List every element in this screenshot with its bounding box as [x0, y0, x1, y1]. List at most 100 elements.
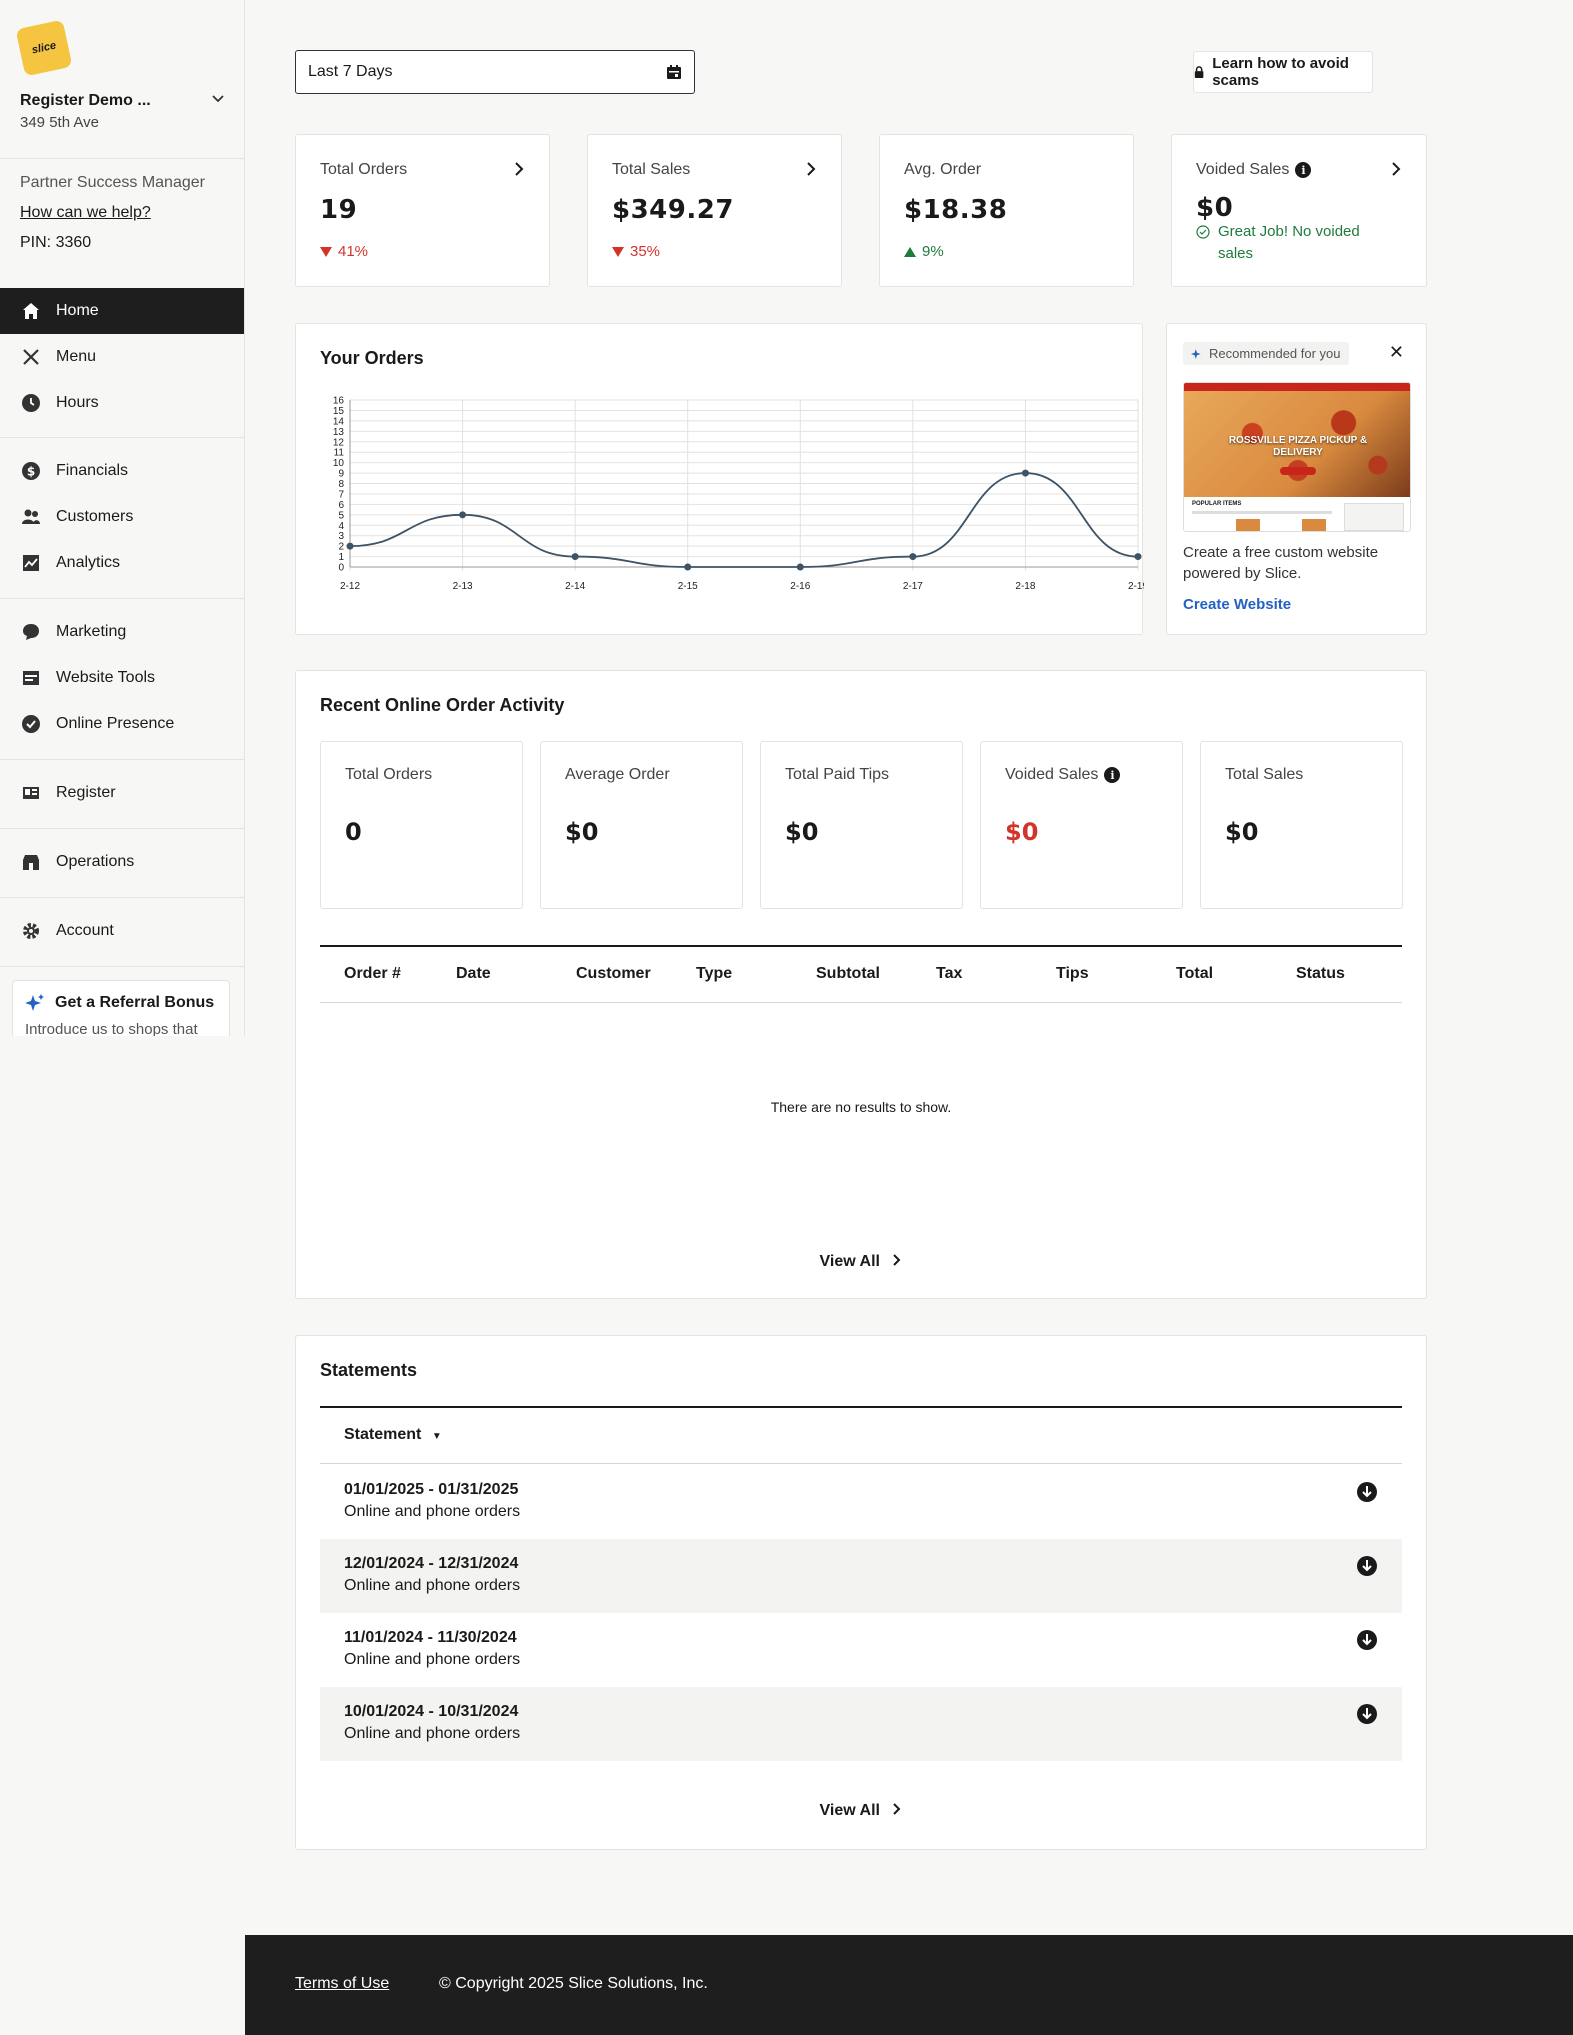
- terms-of-use-link[interactable]: Terms of Use: [295, 1975, 389, 1993]
- divider: [0, 759, 244, 760]
- column-header-date[interactable]: Date: [456, 965, 491, 983]
- website-preview-image: ROSSVILLE PIZZA PICKUP & DELIVERY POPULA…: [1183, 382, 1411, 532]
- column-header-customer[interactable]: Customer: [576, 965, 651, 983]
- kpi-delta: 9%: [904, 243, 944, 260]
- close-icon[interactable]: ✕: [1389, 342, 1404, 363]
- column-header-order-number[interactable]: Order #: [344, 965, 401, 983]
- sidebar-item-menu[interactable]: Menu: [0, 334, 244, 380]
- download-icon[interactable]: [1356, 1481, 1378, 1503]
- sidebar-item-label: Website Tools: [56, 669, 156, 686]
- y-tick-label: 0: [338, 563, 344, 574]
- stat-value: 0: [345, 818, 362, 846]
- orders-chart-card: Your Orders 0 1 2 3 4 5 6 7 8 9 10 11 12 13 14 15 16 2-12…: [295, 323, 1144, 635]
- y-tick-label: 3: [338, 531, 344, 542]
- kpi-card-total-orders[interactable]: Total Orders 19 41%: [295, 134, 550, 287]
- sidebar-item-analytics[interactable]: Analytics: [0, 540, 244, 586]
- orders-line-chart: 0123456789101112131415162-12 2-13 2-14 2-15…: [333, 396, 1144, 593]
- referral-card[interactable]: Get a Referral Bonus Introduce us to sho…: [12, 980, 230, 1036]
- view-all-orders-link[interactable]: View All: [296, 1253, 1426, 1271]
- recent-activity-card: Recent Online Order Activity Total Order…: [295, 670, 1427, 1299]
- sidebar-item-operations[interactable]: Operations: [0, 839, 244, 885]
- download-icon[interactable]: [1356, 1703, 1378, 1725]
- sidebar-item-financials[interactable]: $ Financials: [0, 448, 244, 494]
- sidebar-item-customers[interactable]: Customers: [0, 494, 244, 540]
- column-header-label: Statement: [344, 1426, 422, 1443]
- date-range-select[interactable]: Last 7 Days: [295, 50, 695, 94]
- check-circle-icon: [1196, 225, 1210, 265]
- kpi-value: $18.38: [904, 195, 1008, 225]
- logo-text: slice: [30, 39, 58, 57]
- stat-label-text: Voided Sales: [1005, 766, 1099, 783]
- column-header-type[interactable]: Type: [696, 965, 732, 983]
- divider: [0, 158, 244, 159]
- sidebar-item-marketing[interactable]: Marketing: [0, 609, 244, 655]
- x-tick-label: 2-15: [678, 581, 698, 592]
- y-tick-label: 4: [338, 521, 344, 532]
- sidebar-item-hours[interactable]: Hours: [0, 380, 244, 426]
- kpi-card-voided-sales[interactable]: Voided Sales i $0 Great Job! No voided sa…: [1171, 134, 1427, 287]
- sidebar-item-website-tools[interactable]: Website Tools: [0, 655, 244, 701]
- y-tick-label: 13: [333, 427, 345, 438]
- shop-selector[interactable]: Register Demo ... 349 5th Ave: [20, 92, 225, 131]
- sidebar-item-label: Marketing: [56, 623, 127, 640]
- stat-value: $0: [785, 818, 819, 846]
- info-icon[interactable]: i: [1104, 767, 1121, 783]
- sidebar-item-label: Customers: [56, 508, 134, 525]
- chevron-right-icon: [805, 161, 817, 182]
- view-all-statements-link[interactable]: View All: [296, 1802, 1426, 1820]
- data-point: [459, 511, 467, 519]
- referral-description: Introduce us to shops that: [25, 1021, 198, 1036]
- down-triangle-icon: [320, 246, 332, 257]
- preview-topbar: [1184, 383, 1410, 391]
- sidebar-item-label: Hours: [56, 394, 99, 411]
- help-link[interactable]: How can we help?: [20, 204, 151, 222]
- sidebar-item-register[interactable]: Register: [0, 770, 244, 816]
- info-icon[interactable]: i: [1295, 162, 1312, 178]
- chevron-down-icon[interactable]: [211, 92, 225, 109]
- sidebar-item-home[interactable]: Home: [0, 288, 244, 334]
- down-triangle-icon: [612, 246, 624, 257]
- column-header-total[interactable]: Total: [1176, 965, 1213, 983]
- sidebar-item-label: Menu: [56, 348, 97, 365]
- kpi-label: Total Sales: [612, 161, 691, 178]
- y-tick-label: 12: [333, 437, 345, 448]
- stat-card-total-sales: Total Sales $0: [1200, 741, 1403, 909]
- x-tick-label: 2-13: [453, 581, 473, 592]
- column-header-statement[interactable]: Statement ▼: [344, 1426, 442, 1444]
- create-website-link[interactable]: Create Website: [1183, 596, 1291, 613]
- statement-row: 10/01/2024 - 10/31/2024 Online and phone…: [320, 1687, 1402, 1761]
- avoid-scams-button[interactable]: Learn how to avoid scams: [1193, 51, 1373, 93]
- y-tick-label: 6: [338, 500, 344, 511]
- column-header-tips[interactable]: Tips: [1056, 965, 1089, 983]
- preview-headline: ROSSVILLE PIZZA PICKUP & DELIVERY: [1228, 435, 1368, 458]
- y-tick-label: 9: [338, 469, 344, 480]
- kpi-card-total-sales[interactable]: Total Sales $349.27 35%: [587, 134, 842, 287]
- recommended-tag: Recommended for you: [1183, 342, 1349, 365]
- download-icon[interactable]: [1356, 1629, 1378, 1651]
- sort-down-icon: ▼: [431, 1431, 442, 1442]
- sidebar-item-account[interactable]: Account: [0, 908, 244, 954]
- recommendation-description: Create a free custom website powered by …: [1183, 544, 1379, 582]
- date-range-value: Last 7 Days: [308, 63, 393, 80]
- divider: [0, 966, 244, 967]
- preview-line: [1192, 511, 1332, 514]
- x-tick-label: 2-17: [903, 581, 923, 592]
- column-header-tax[interactable]: Tax: [936, 965, 962, 983]
- copyright-text: © Copyright 2025 Slice Solutions, Inc.: [439, 1975, 708, 1992]
- kpi-card-avg-order: Avg. Order $18.38 9%: [879, 134, 1134, 287]
- divider: [0, 897, 244, 898]
- column-header-subtotal[interactable]: Subtotal: [816, 965, 880, 983]
- recommendation-card: Recommended for you ✕ ROSSVILLE PIZZA PI…: [1166, 323, 1427, 635]
- slice-logo[interactable]: slice: [15, 19, 73, 77]
- preview-popular-items: POPULAR ITEMS: [1192, 501, 1242, 507]
- up-triangle-icon: [904, 246, 916, 257]
- download-icon[interactable]: [1356, 1555, 1378, 1577]
- pin-label: PIN: 3360: [20, 234, 92, 251]
- y-tick-label: 5: [338, 510, 344, 521]
- kpi-note: Great Job! No voided sales: [1196, 221, 1386, 265]
- stat-label: Voided Sales i: [1005, 766, 1121, 784]
- column-header-status[interactable]: Status: [1296, 965, 1345, 983]
- statements-title: Statements: [320, 1360, 418, 1380]
- sidebar-item-online-presence[interactable]: Online Presence: [0, 701, 244, 747]
- stat-card-average-order: Average Order $0: [540, 741, 743, 909]
